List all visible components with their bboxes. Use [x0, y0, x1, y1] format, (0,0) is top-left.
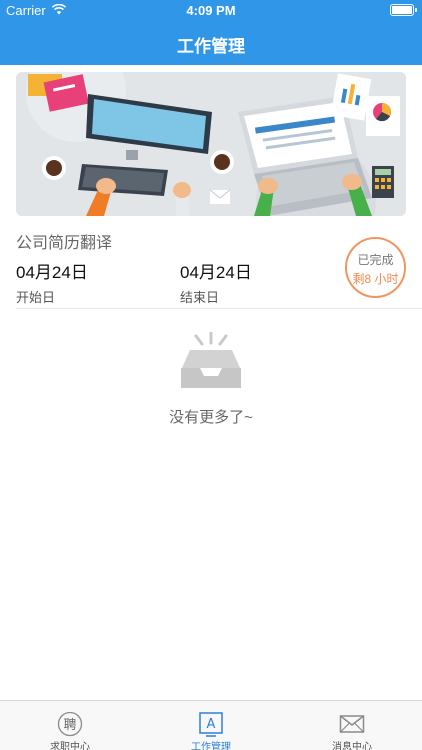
envelope-icon: [339, 715, 365, 733]
banner-image: [16, 72, 406, 216]
pin-hire-icon: 聘: [57, 711, 83, 737]
remaining-time: 剩8 小时: [352, 272, 399, 286]
end-date-label: 结束日: [180, 290, 220, 305]
workspace-illustration: [16, 72, 406, 216]
tab-label: 消息中心: [332, 742, 372, 750]
a-badge-icon: A: [199, 712, 223, 737]
status-text: 已完成: [357, 253, 394, 267]
page-title: 工作管理: [177, 37, 245, 56]
divider: [16, 308, 422, 309]
header-bar: Carrier 4:09 PM 工作管理: [0, 0, 422, 65]
empty-state-text: 没有更多了~: [169, 409, 253, 426]
empty-inbox-icon: [181, 332, 241, 388]
end-date: 04月24日: [180, 263, 252, 282]
task-title[interactable]: 公司简历翻译: [16, 229, 112, 253]
tab-job-center[interactable]: 聘 求职中心: [0, 701, 140, 750]
tab-work-management[interactable]: A 工作管理: [141, 701, 281, 750]
status-bar: Carrier 4:09 PM: [0, 0, 422, 22]
tab-icon-glyph: 聘: [63, 718, 76, 733]
tab-icon-glyph: A: [207, 717, 216, 732]
tab-label: 工作管理: [191, 742, 231, 750]
tab-message-center[interactable]: 消息中心: [282, 701, 422, 750]
start-date: 04月24日: [16, 263, 88, 282]
tab-bar: 聘 求职中心 A 工作管理 消息中心: [0, 700, 422, 750]
battery-icon: [390, 4, 417, 16]
status-stamp: 已完成 剩8 小时: [345, 237, 406, 298]
start-date-label: 开始日: [16, 290, 56, 305]
clock: 4:09 PM: [186, 3, 236, 18]
tab-label: 求职中心: [50, 742, 90, 750]
